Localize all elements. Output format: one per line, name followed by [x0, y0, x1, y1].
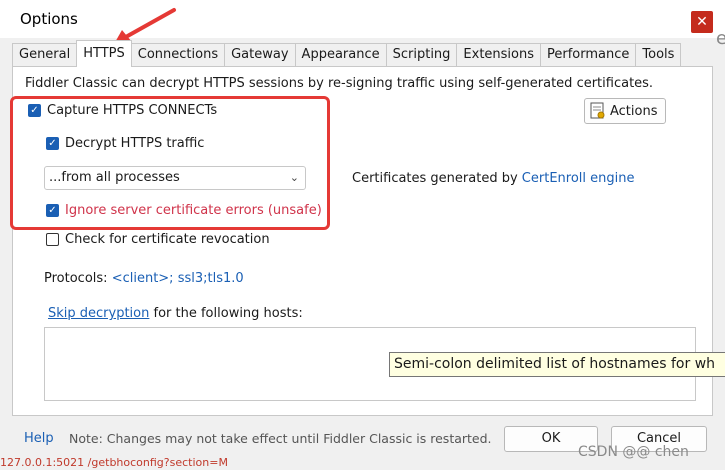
restart-note: Note: Changes may not take effect until … — [69, 431, 492, 446]
cert-generator-info: Certificates generated by CertEnroll eng… — [352, 171, 634, 186]
tab-extensions[interactable]: Extensions — [456, 43, 542, 66]
tab-tools[interactable]: Tools — [635, 43, 682, 66]
tab-appearance[interactable]: Appearance — [294, 43, 387, 66]
tab-general[interactable]: General — [12, 43, 78, 66]
skip-decryption-suffix: for the following hosts: — [149, 306, 303, 321]
window-title: Options — [20, 10, 78, 28]
certenroll-engine-link[interactable]: CertEnroll engine — [522, 171, 635, 186]
watermark: CSDN @@ chen — [578, 444, 689, 460]
protocols-row: Protocols: <client>; ssl3;tls1.0 — [44, 271, 244, 286]
tab-scripting[interactable]: Scripting — [385, 43, 458, 66]
skip-decryption-row: Skip decryption for the following hosts: — [48, 306, 303, 321]
close-button[interactable]: ✕ — [691, 11, 713, 33]
certificate-icon — [590, 102, 605, 119]
protocols-label: Protocols: — [44, 271, 112, 286]
help-link[interactable]: Help — [24, 431, 54, 446]
cert-revocation-label: Check for certificate revocation — [65, 232, 270, 247]
background-text-fragment: e — [716, 28, 725, 49]
hosts-tooltip: Semi-colon delimited list of hostnames f… — [389, 352, 725, 377]
background-session-text: 127.0.0.1:5021 /getbhoconfig?section=M — [0, 456, 228, 469]
tab-performance[interactable]: Performance — [540, 43, 637, 66]
protocols-link[interactable]: <client>; ssl3;tls1.0 — [112, 271, 244, 286]
actions-label: Actions — [610, 103, 658, 119]
tab-strip: General HTTPS Connections Gateway Appear… — [12, 40, 682, 67]
cert-revocation-checkbox[interactable] — [46, 233, 59, 246]
tab-https[interactable]: HTTPS — [76, 40, 132, 67]
tab-gateway[interactable]: Gateway — [224, 43, 296, 66]
skip-decryption-link[interactable]: Skip decryption — [48, 306, 149, 321]
cert-revocation-option[interactable]: Check for certificate revocation — [46, 232, 270, 247]
annotation-highlight-box — [10, 96, 330, 230]
actions-button[interactable]: Actions — [584, 98, 666, 124]
cert-generator-prefix: Certificates generated by — [352, 171, 522, 186]
intro-text: Fiddler Classic can decrypt HTTPS sessio… — [25, 76, 654, 91]
